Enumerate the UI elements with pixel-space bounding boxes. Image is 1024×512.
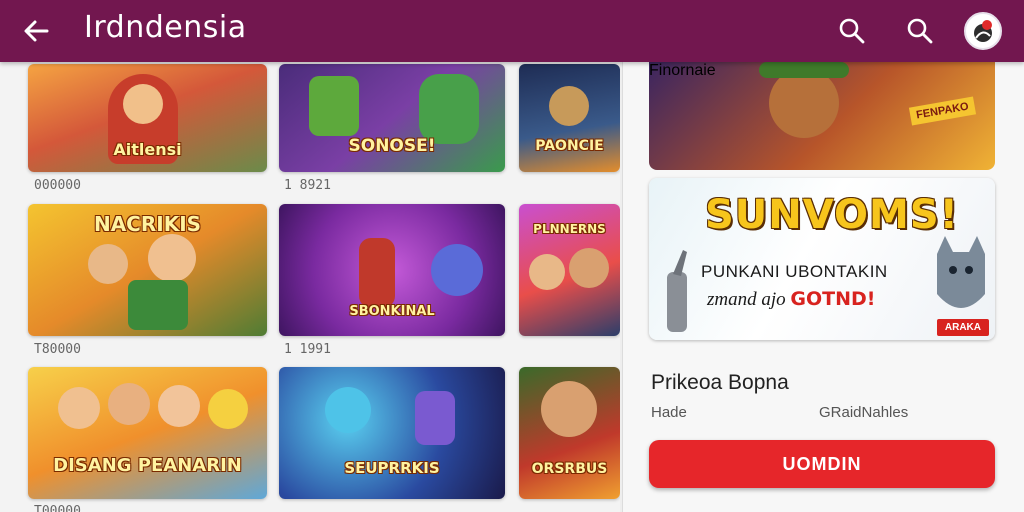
tile-meta: 1 1991 xyxy=(284,342,331,357)
search-button[interactable] xyxy=(832,11,872,51)
promo-headline: SUNVOMS! xyxy=(705,192,959,238)
back-button[interactable] xyxy=(18,13,54,49)
game-developer: Hade xyxy=(651,404,687,421)
app-bar: Irdndensia xyxy=(0,0,1024,62)
promo-tagline-prefix: zmand ajo xyxy=(707,289,786,310)
tile-meta: 000000 xyxy=(34,178,81,193)
detail-panel: Finornaie FENPAKO SUNVOMS! PUNKANI UBONT… xyxy=(622,62,1024,512)
tile-label: SEUPRRKIS xyxy=(344,459,440,477)
tile-label: Aitlensi xyxy=(113,140,182,159)
game-tile[interactable]: NACRIKIS xyxy=(28,204,267,336)
game-grid: Aitlensi 000000 SONOSE! 1 8921 PAONCIE N… xyxy=(0,62,620,512)
search-button-secondary[interactable] xyxy=(900,11,940,51)
promo-badge: ARAKA xyxy=(936,319,989,336)
promo-subtitle: PUNKANI UBONTAKIN xyxy=(701,262,888,281)
promo-tagline-accent: GOTND! xyxy=(790,288,876,310)
tile-label: DISANG PEANARIN xyxy=(53,455,242,476)
tile-label: PLNNERNS xyxy=(533,222,606,236)
game-tile[interactable]: SONOSE! xyxy=(279,64,505,172)
tile-label: NACRIKIS xyxy=(93,212,202,236)
game-tile[interactable]: Aitlensi xyxy=(28,64,267,172)
avatar[interactable] xyxy=(964,12,1002,50)
featured-tag: FENPAKO xyxy=(908,96,977,126)
install-button[interactable]: UOMDIN xyxy=(649,440,995,488)
game-tile[interactable]: ORSRBUS xyxy=(519,367,620,499)
game-tile[interactable]: SBONKINAL xyxy=(279,204,505,336)
wolf-mascot-icon xyxy=(937,236,985,308)
arrow-left-icon xyxy=(24,20,49,42)
search-icon xyxy=(839,18,865,44)
page-title: Irdndensia xyxy=(84,10,247,45)
tile-label: SBONKINAL xyxy=(349,304,435,319)
game-tile[interactable]: SEUPRRKIS xyxy=(279,367,505,499)
game-tile[interactable]: DISANG PEANARIN xyxy=(28,367,267,499)
tile-label: ORSRBUS xyxy=(531,461,608,477)
game-category: GRaidNahles xyxy=(819,404,909,421)
tile-meta: T00000 xyxy=(34,504,81,512)
game-title: Prikeoa Bopna xyxy=(651,371,789,394)
promo-banner[interactable]: SUNVOMS! PUNKANI UBONTAKIN zmand ajo GOT… xyxy=(649,178,995,340)
hand-pointer-icon xyxy=(667,250,687,332)
tile-meta: 1 8921 xyxy=(284,178,331,193)
promo-tagline: zmand ajo GOTND! xyxy=(707,288,875,311)
tile-label: SONOSE! xyxy=(348,136,436,156)
featured-banner[interactable]: Finornaie FENPAKO xyxy=(649,62,995,170)
game-tile[interactable]: PLNNERNS xyxy=(519,204,620,336)
game-tile[interactable]: PAONCIE xyxy=(519,64,620,172)
avatar-icon xyxy=(974,20,992,42)
search-icon xyxy=(907,18,933,44)
tile-meta: T80000 xyxy=(34,342,81,357)
tile-label: PAONCIE xyxy=(535,138,604,154)
